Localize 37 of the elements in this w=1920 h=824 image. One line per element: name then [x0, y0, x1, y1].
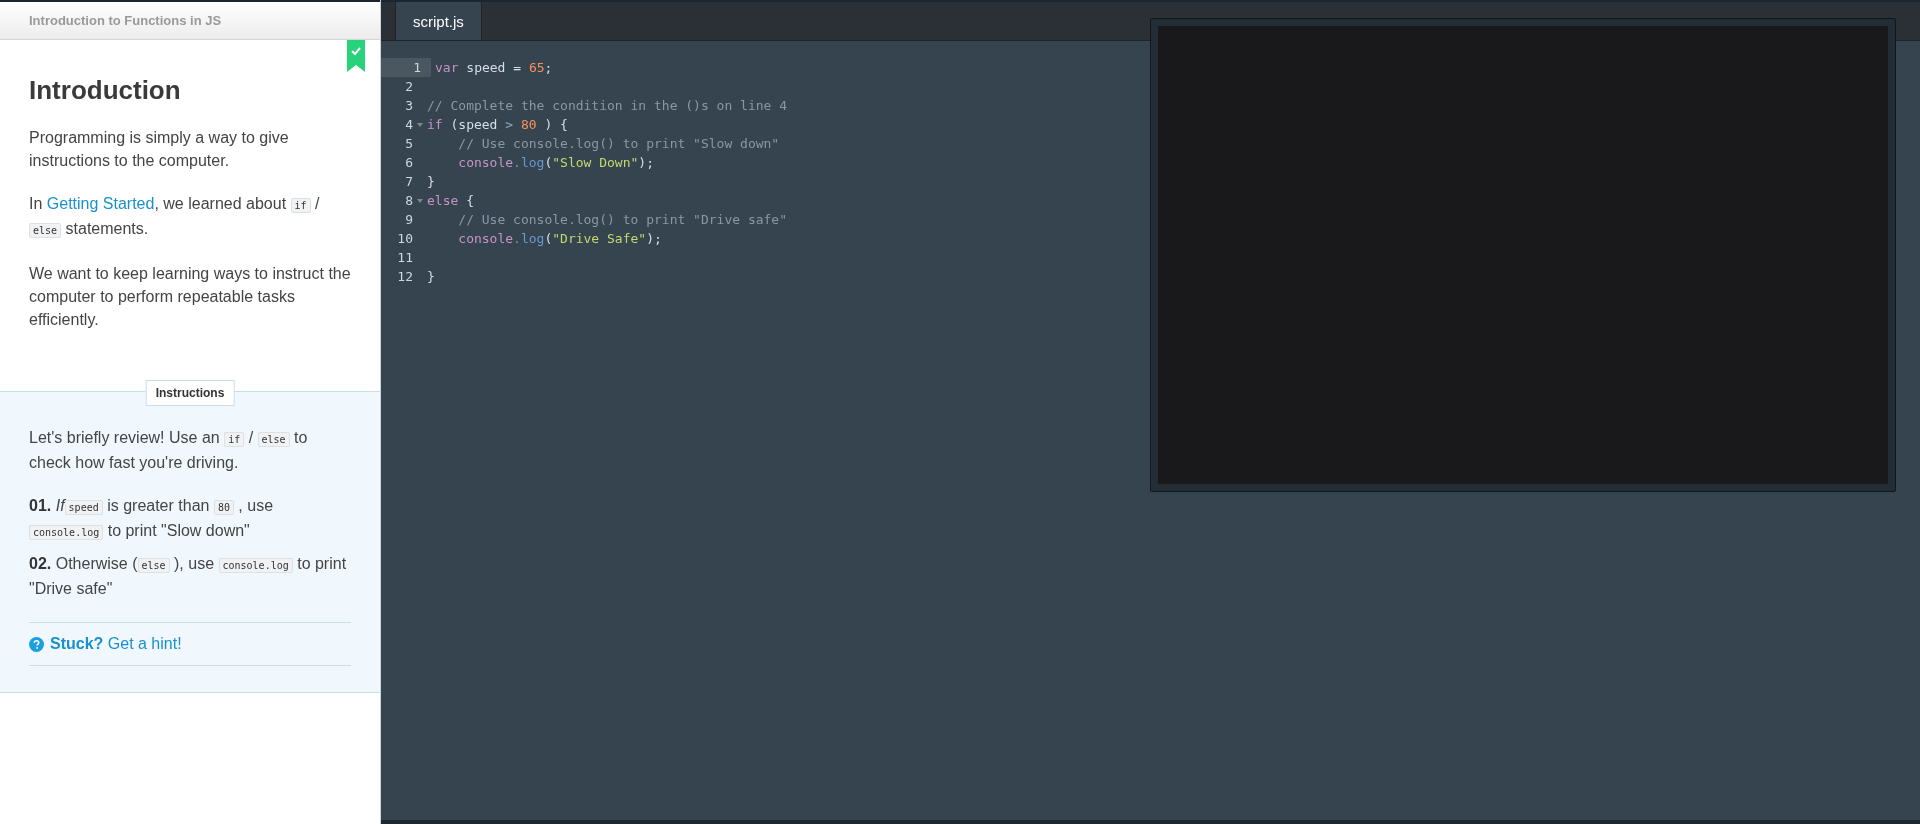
- line-number: 8: [404, 192, 414, 210]
- code-line: if (speed > 80 ) {: [427, 117, 568, 132]
- code-line: else {: [427, 193, 474, 208]
- code-line: }: [427, 174, 435, 189]
- hint-link[interactable]: Stuck? Get a hint!: [50, 635, 182, 653]
- code-line: // Complete the condition in the ()s on line 4: [427, 98, 788, 113]
- line-number: 11: [396, 249, 414, 267]
- code-line: }: [427, 269, 435, 284]
- line-number: 1: [381, 58, 431, 77]
- code-line: console.log("Slow Down");: [457, 155, 654, 170]
- code-line: // Use console.log() to print "Drive safe": [457, 212, 788, 227]
- line-number: 3: [404, 97, 414, 115]
- fold-arrow-icon[interactable]: [416, 122, 423, 127]
- line-number: 5: [404, 135, 414, 153]
- line-number: 7: [404, 173, 414, 191]
- help-icon: [29, 636, 44, 652]
- line-number: 9: [404, 211, 414, 229]
- lesson-paragraph: In Getting Started, we learned about if / else statements.: [29, 194, 321, 240]
- code-line: // Use console.log() to print "Slow down": [457, 136, 780, 151]
- line-number: 10: [396, 230, 414, 248]
- lesson-link[interactable]: Getting Started: [46, 195, 155, 212]
- instruction-step: 01. If speed is greater than 80 , use console.log to print "Slow down": [29, 494, 351, 544]
- line-number: 12: [396, 268, 414, 286]
- code-line: console.log("Drive Safe");: [457, 231, 662, 246]
- line-number: 2: [404, 78, 414, 96]
- file-tab[interactable]: script.js: [395, 2, 482, 40]
- instruction-step: 02. Otherwise ( else ), use console.log to print "Drive safe": [29, 552, 351, 600]
- lesson-heading: Introduction: [29, 75, 182, 106]
- lesson-paragraph: We want to keep learning ways to instruct the computer to perform repeatable tasks efficiently.: [29, 264, 351, 330]
- instructions-paragraph: Let's briefly review! Use an if / else to check how fast you're driving.: [29, 428, 309, 473]
- course-title: Introduction to Functions in JS: [29, 13, 222, 28]
- instructions-label: Instructions: [145, 380, 235, 406]
- code-line: var speed = 65;: [435, 60, 553, 75]
- line-number: 6: [404, 154, 414, 172]
- lesson-paragraph: Programming is simply a way to give instructions to the computer.: [29, 128, 290, 171]
- line-number: 4: [404, 116, 414, 134]
- fold-arrow-icon[interactable]: [416, 198, 423, 203]
